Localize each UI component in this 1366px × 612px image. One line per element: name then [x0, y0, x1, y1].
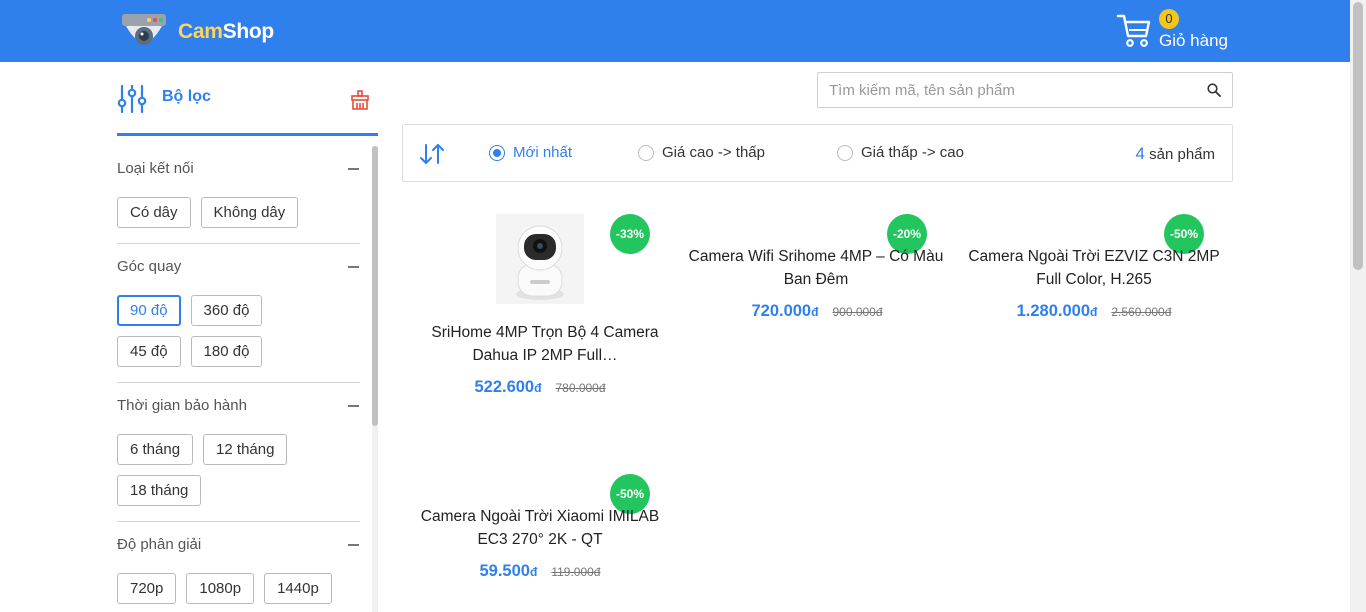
cart-count-badge: 0 [1159, 9, 1179, 29]
sort-option-price-asc[interactable]: Giá thấp -> cao [837, 144, 964, 161]
product-image[interactable] [496, 214, 584, 304]
cart-label: Giỏ hàng [1159, 31, 1228, 50]
divider [117, 243, 360, 244]
filter-group-title: Độ phân giải [117, 536, 202, 553]
product-count-number: 4 [1135, 144, 1145, 163]
filter-chip[interactable]: 1440p [264, 573, 332, 604]
filter-chip[interactable]: 360 độ [190, 295, 263, 326]
sort-option-label: Mới nhất [513, 144, 573, 161]
filter-sidebar: Bộ lọc Loại kết nối Có dây Không dây Góc… [117, 62, 378, 612]
divider [117, 382, 360, 383]
current-price-value: 720.000 [751, 302, 812, 320]
search-input[interactable] [829, 80, 1189, 100]
security-camera-icon [120, 12, 168, 52]
product-prices: 720.000đ 900.000đ [689, 302, 945, 321]
current-price: 720.000đ [751, 302, 818, 320]
old-price: 900.000đ [832, 305, 883, 319]
old-price: 119.000đ [551, 565, 601, 579]
sort-option-newest[interactable]: Mới nhất [489, 144, 572, 161]
sort-bar: Mới nhất Giá cao -> thấp Giá thấp -> cao… [402, 124, 1233, 182]
radio-selected-icon [489, 144, 505, 161]
filter-header: Bộ lọc [117, 80, 378, 136]
filter-chip[interactable]: 1080p [186, 573, 255, 604]
sort-arrows-icon [420, 144, 444, 164]
shopping-cart-icon [1116, 14, 1151, 47]
page-scrollbar[interactable] [1350, 0, 1366, 612]
product-prices: 522.600đ 780.000đ [412, 378, 668, 397]
filter-group-title: Thời gian bảo hành [117, 397, 247, 414]
filter-chip[interactable]: 720p [117, 573, 177, 604]
currency-symbol: đ [529, 565, 538, 579]
current-price-value: 522.600 [474, 378, 535, 396]
sort-option-label: Giá cao -> thấp [662, 144, 765, 161]
old-price: 780.000đ [555, 381, 606, 395]
search-icon[interactable] [1207, 83, 1221, 97]
currency-symbol: đ [1090, 305, 1098, 319]
sort-option-label: Giá thấp -> cao [861, 144, 964, 161]
filter-title: Bộ lọc [162, 88, 211, 105]
cart-button[interactable]: 0 Giỏ hàng [1116, 8, 1246, 54]
sidebar-scrollbar[interactable] [372, 146, 378, 612]
filter-chip[interactable]: Không dây [200, 197, 299, 228]
collapse-minus-icon[interactable] [348, 168, 359, 170]
filter-chip[interactable]: 6 tháng [117, 434, 194, 465]
collapse-minus-icon[interactable] [348, 544, 359, 546]
current-price-value: 59.500 [479, 562, 530, 580]
filter-chip[interactable]: 180 độ [190, 336, 263, 367]
product-name[interactable]: SriHome 4MP Trọn Bộ 4 Camera Dahua IP 2M… [417, 321, 673, 367]
current-price: 59.500đ [480, 562, 538, 580]
logo-text-cam: Cam [178, 20, 223, 43]
top-header: CamShop 0 Giỏ hàng [0, 0, 1350, 62]
camshop-logo[interactable]: CamShop [120, 12, 280, 52]
filter-group-angle: Góc quay 90 độ 360 độ 45 độ 180 độ [117, 257, 360, 367]
sort-option-price-desc[interactable]: Giá cao -> thấp [638, 144, 765, 161]
filter-chip[interactable]: 45 độ [117, 336, 181, 367]
current-price: 1.280.000đ [1017, 302, 1098, 320]
clear-filter-broom-icon[interactable] [350, 90, 370, 110]
currency-symbol: đ [534, 381, 542, 395]
product-count: 4 sản phẩm [1135, 144, 1215, 164]
filter-group-title: Góc quay [117, 258, 182, 275]
search-box [817, 72, 1233, 108]
filter-chip[interactable]: 18 tháng [117, 475, 202, 506]
filter-group-title: Loại kết nối [117, 160, 194, 177]
filter-group-warranty: Thời gian bảo hành 6 tháng 12 tháng 18 t… [117, 396, 360, 506]
radio-icon [638, 144, 654, 161]
filter-chip[interactable]: Có dây [117, 197, 191, 228]
collapse-minus-icon[interactable] [348, 405, 359, 407]
product-name[interactable]: Camera Ngoài Trời Xiaomi IMILAB EC3 270°… [412, 505, 668, 551]
current-price-value: 1.280.000 [1016, 302, 1090, 320]
collapse-minus-icon[interactable] [348, 266, 359, 268]
currency-symbol: đ [811, 305, 819, 319]
sidebar-scrollbar-thumb[interactable] [372, 146, 378, 426]
product-name[interactable]: Camera Wifi Srihome 4MP – Có Màu Ban Đêm [688, 245, 944, 291]
product-count-label: sản phẩm [1144, 146, 1215, 163]
filter-group-connection: Loại kết nối Có dây Không dây [117, 159, 360, 228]
radio-icon [837, 144, 853, 161]
product-prices: 59.500đ 119.000đ [412, 562, 668, 581]
filter-chip[interactable]: 12 tháng [203, 434, 288, 465]
current-price: 522.600đ [474, 378, 541, 396]
discount-badge: -33% [610, 214, 650, 254]
old-price: 2.560.000đ [1111, 305, 1172, 319]
filter-chip-selected[interactable]: 90 độ [117, 295, 181, 326]
filter-sliders-icon [117, 84, 147, 114]
page-scrollbar-thumb[interactable] [1353, 2, 1363, 270]
divider [117, 521, 360, 522]
filter-group-resolution: Độ phân giải 720p 1080p 1440p [117, 535, 360, 604]
product-prices: 1.280.000đ 2.560.000đ [966, 302, 1222, 321]
logo-text: CamShop [178, 20, 274, 44]
logo-text-shop: Shop [222, 20, 275, 43]
product-name[interactable]: Camera Ngoài Trời EZVIZ C3N 2MP Full Col… [966, 245, 1222, 291]
